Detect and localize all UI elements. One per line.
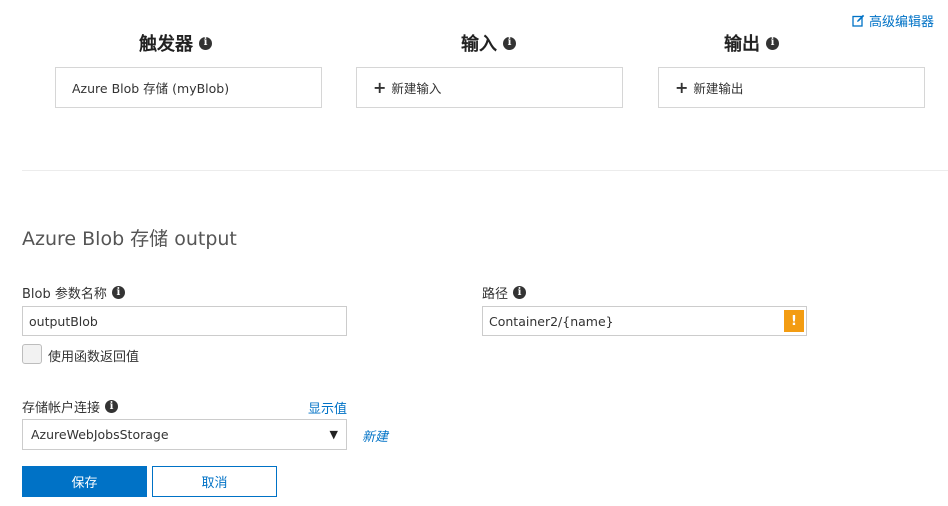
trigger-heading: 触发器 i [139, 30, 212, 56]
info-icon[interactable]: i [766, 36, 779, 50]
storage-connection-label: 存储帐户连接 i [22, 397, 119, 416]
show-value-link[interactable]: 显示值 [308, 398, 347, 417]
edit-icon [852, 14, 865, 27]
plus-icon: + [373, 77, 387, 97]
save-button[interactable]: 保存 [22, 466, 147, 497]
trigger-card-label: Azure Blob 存储 (myBlob) [72, 81, 230, 96]
storage-connection-value: AzureWebJobsStorage [31, 427, 169, 442]
storage-connection-label-text: 存储帐户连接 [22, 401, 101, 416]
new-connection-link[interactable]: 新建 [362, 426, 388, 445]
section-title: Azure Blob 存储 output [22, 228, 237, 250]
blob-param-label: Blob 参数名称 i [22, 283, 125, 302]
info-icon[interactable]: i [503, 36, 516, 50]
path-label: 路径 i [482, 283, 527, 302]
new-output-card[interactable]: + 新建输出 [658, 67, 925, 108]
outputs-heading: 输出 i [724, 30, 779, 56]
use-return-value-label[interactable]: 使用函数返回值 [48, 346, 139, 365]
inputs-heading: 输入 i [461, 30, 516, 56]
outputs-title: 输出 [724, 34, 760, 55]
info-icon[interactable]: i [199, 36, 212, 50]
use-return-value-checkbox[interactable] [22, 344, 42, 364]
path-input[interactable]: Container2/{name} ! [482, 306, 807, 336]
storage-connection-select[interactable]: AzureWebJobsStorage ▼ [22, 419, 347, 450]
info-icon[interactable]: i [111, 286, 125, 299]
trigger-title: 触发器 [139, 34, 193, 55]
path-label-text: 路径 [482, 287, 509, 302]
advanced-editor-link[interactable]: 高级编辑器 [852, 11, 934, 30]
advanced-editor-label: 高级编辑器 [869, 15, 935, 30]
new-input-card[interactable]: + 新建输入 [356, 67, 623, 108]
blob-param-input[interactable]: outputBlob [22, 306, 347, 336]
trigger-card[interactable]: Azure Blob 存储 (myBlob) [55, 67, 322, 108]
path-value: Container2/{name} [489, 313, 614, 329]
blob-param-value: outputBlob [29, 313, 98, 329]
inputs-title: 输入 [461, 34, 497, 55]
info-icon[interactable]: i [105, 400, 119, 413]
caret-down-icon: ▼ [329, 428, 338, 441]
cancel-button[interactable]: 取消 [152, 466, 277, 497]
section-divider [22, 170, 948, 171]
warning-icon[interactable]: ! [784, 310, 804, 332]
new-output-label: 新建输出 [693, 81, 744, 96]
info-icon[interactable]: i [513, 286, 527, 299]
plus-icon: + [675, 77, 689, 97]
new-input-label: 新建输入 [391, 81, 442, 96]
blob-param-label-text: Blob 参数名称 [22, 287, 107, 302]
